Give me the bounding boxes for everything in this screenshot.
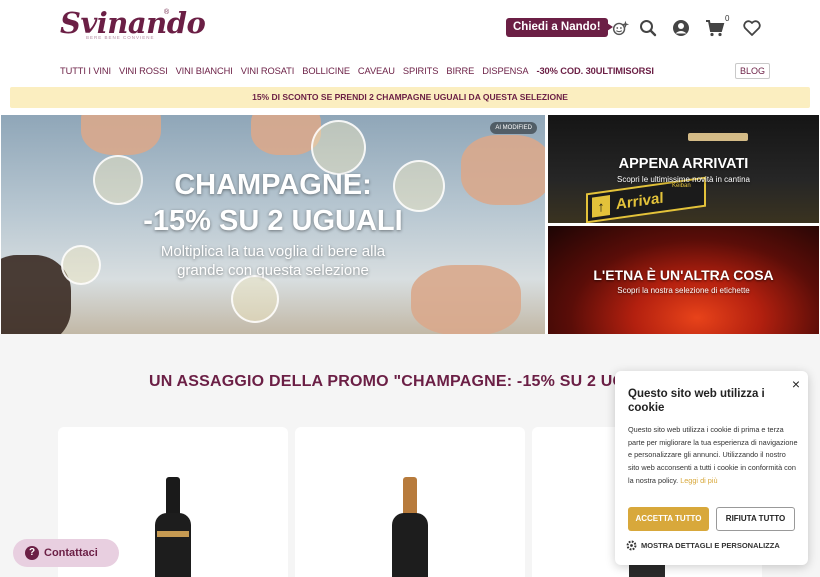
ai-modified-badge: AI MODIFIED [490,122,537,134]
etna-subtitle: Scopri la nostra selezione di etichette [617,286,750,295]
gear-icon [626,540,637,551]
hero-hand-image [81,115,161,155]
hero-title: CHAMPAGNE: [174,169,372,201]
accept-all-button[interactable]: ACCETTA TUTTO [628,507,709,531]
arrival-sign-text: Arrival [616,189,664,214]
nav-item-vini-rossi[interactable]: VINI ROSSI [119,66,168,78]
nav-item-caveau[interactable]: CAVEAU [358,66,395,78]
reject-all-button[interactable]: RIFIUTA TUTTO [716,507,795,531]
new-arrivals-subtitle: Scopri le ultimissime novità in cantina [617,175,750,184]
question-icon: ? [25,546,39,560]
show-details-button[interactable]: MOSTRA DETTAGLI E PERSONALIZZA [626,540,780,551]
main-nav: TUTTI I VINI VINI ROSSI VINI BIANCHI VIN… [60,66,654,78]
cookie-title: Questo sito web utilizza i cookie [628,388,765,414]
ask-nando-button[interactable]: Chiedi a Nando! [506,18,613,37]
logo-registered-mark: ® [164,9,170,16]
user-icon[interactable] [671,18,691,38]
hero-banner[interactable]: AI MODIFIED CHAMPAGNE: -15% SU 2 UGUALI … [1,115,545,334]
heart-icon[interactable] [742,18,762,38]
sparkle-face-icon[interactable] [610,18,630,38]
show-details-label: MOSTRA DETTAGLI E PERSONALIZZA [641,541,780,550]
nav-item-birre[interactable]: BIRRE [446,66,474,78]
logo-tagline: BERE BENE CONVIENE [86,35,155,40]
blog-button[interactable]: BLOG [735,63,771,79]
read-more-link[interactable]: Leggi di più [680,476,717,485]
page: Svinando ® BERE BENE CONVIENE Chiedi a N… [0,0,820,577]
contact-button[interactable]: ? Contattaci [13,539,119,567]
new-arrivals-banner[interactable]: ↑ Arrival Keiban APPENA ARRIVATI Scopri … [548,115,819,223]
cart-icon[interactable] [705,18,725,38]
nav-item-tutti-i-vini[interactable]: TUTTI I VINI [60,66,111,78]
nav-item-promo-code[interactable]: -30% COD. 30ULTIMISORSI [536,66,653,78]
nav-item-vini-rosati[interactable]: VINI ROSATI [241,66,295,78]
ceiling-light-image [688,133,748,141]
search-icon[interactable] [638,18,658,38]
hero-title-line2: -15% SU 2 UGUALI [143,205,403,237]
new-arrivals-title: APPENA ARRIVATI [618,156,749,172]
arrow-up-icon: ↑ [592,195,610,218]
nav-item-dispensa[interactable]: DISPENSA [482,66,528,78]
hero-subtitle-line2: grande con questa selezione [177,262,369,279]
cookie-text: Questo sito web utilizza i cookie di pri… [628,424,798,488]
cookie-banner: × Questo sito web utilizza i cookie Ques… [615,371,808,565]
contact-label: Contattaci [44,547,98,559]
close-icon[interactable]: × [792,376,800,392]
cart-count-badge: 0 [725,14,730,23]
hero-subtitle: Moltiplica la tua voglia di bere alla [160,243,386,260]
product-card[interactable] [295,427,525,577]
hero-glass-image [311,120,366,175]
etna-banner[interactable]: L'ETNA È UN'ALTRA COSA Scopri la nostra … [548,226,819,334]
nav-item-spirits[interactable]: SPIRITS [403,66,439,78]
nav-item-bollicine[interactable]: BOLLICINE [302,66,350,78]
header: Svinando ® BERE BENE CONVIENE Chiedi a N… [0,0,820,60]
hero-glass-image [231,275,279,323]
etna-title: L'ETNA È UN'ALTRA COSA [593,267,774,283]
promo-bar[interactable]: 15% DI SCONTO SE PRENDI 2 CHAMPAGNE UGUA… [10,87,810,108]
nav-item-vini-bianchi[interactable]: VINI BIANCHI [176,66,233,78]
